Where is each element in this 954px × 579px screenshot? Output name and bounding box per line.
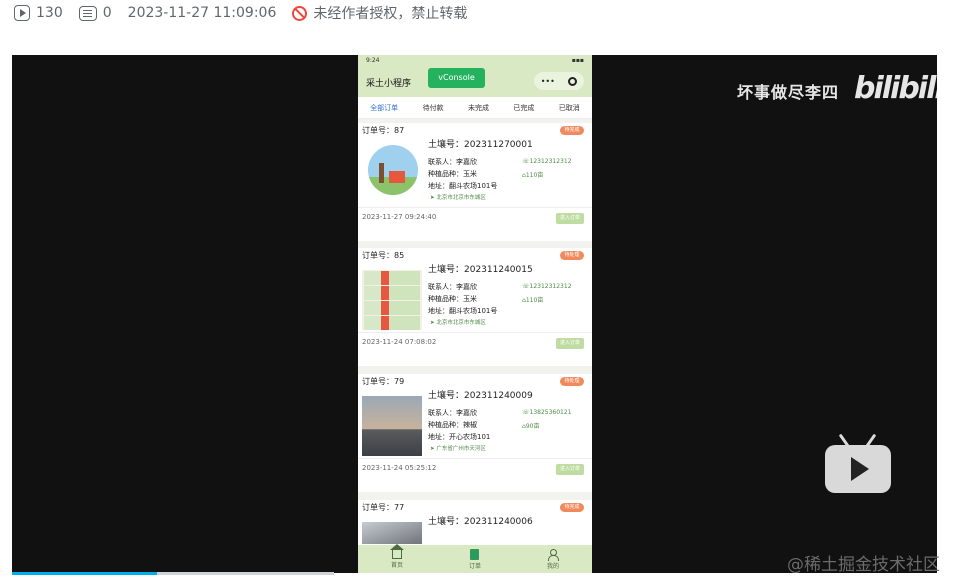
order-card: 订单号：79 待处理 土壤号：202311240009 联系人：李嘉欣 种植品种… [358,374,592,492]
danmaku-count-value: 0 [102,5,112,21]
enter-order-button: 进入订单 [556,213,584,224]
address: 地址：翻斗农场101号 [428,307,498,315]
order-number: 订单号：77 [362,503,405,512]
no-reprint-icon [292,5,308,21]
soil-number: 土壤号：202311270001 [428,140,533,150]
phone-screen-recording: 9:24 ▪▪▪ 采土小程序 vConsole ••• 全部订单 待付款 未完成… [358,55,592,573]
status-icons: ▪▪▪ [571,57,584,64]
phone-number: ☏12312312312 [522,283,572,290]
video-meta-bar: 130 0 2023-11-27 11:09:06 未经作者授权，禁止转载 [14,2,483,24]
address: 地址：开心农场101 [428,433,491,441]
contact: 联系人：李嘉欣 [428,283,477,291]
status-time: 9:24 [366,57,380,64]
tabbar-orders: 订单 [469,548,481,570]
miniprogram-tabbar: 首页 订单 我的 [358,543,592,573]
danmaku-icon [78,5,97,21]
phone-status-bar: 9:24 ▪▪▪ [358,55,592,67]
vconsole-button: vConsole [428,68,485,88]
order-time: 2023-11-24 07:08:02 [362,338,437,346]
field-area: ⌂90亩 [522,423,540,430]
status-badge: 待完成 [560,503,584,512]
location: ➤ 北京市北京市东城区 [430,320,486,326]
crop: 种植品种：玉米 [428,295,477,303]
order-number: 订单号：85 [362,251,405,260]
contact: 联系人：李嘉欣 [428,158,477,166]
order-thumbnail [362,270,422,330]
location: ➤ 北京市北京市东城区 [430,195,486,201]
crop: 种植品种：辣椒 [428,421,477,429]
tab-cancelled: 已取消 [558,103,580,112]
field-area: ⌂110亩 [522,172,544,179]
site-watermark: @稀土掘金技术社区 [787,555,940,575]
view-count: 130 [14,5,63,21]
uploader-watermark: 坏事做尽李四 [737,83,840,102]
status-badge: 待处理 [560,251,584,260]
miniprogram-capsule: ••• [534,72,584,90]
publish-datetime-value: 2023-11-27 11:09:06 [127,5,277,21]
enter-order-button: 进入订单 [556,464,584,475]
tabbar-profile: 我的 [547,548,560,570]
order-thumbnail [362,522,422,544]
order-time: 2023-11-27 09:24:40 [362,213,437,221]
danmaku-count: 0 [78,5,112,21]
order-number: 订单号：79 [362,377,405,386]
miniprogram-navbar: 采土小程序 vConsole ••• [358,67,592,97]
video-progress-bar[interactable] [12,572,334,575]
tab-incomplete: 未完成 [467,103,489,112]
order-card: 订单号：85 待处理 土壤号：202311240015 联系人：李嘉欣 种植品种… [358,248,592,366]
tab-pending-payment: 待付款 [422,103,444,112]
contact: 联系人：李嘉欣 [428,409,477,417]
copyright-text: 未经作者授权，禁止转载 [313,6,468,22]
soil-number: 土壤号：202311240015 [428,265,533,275]
order-time: 2023-11-24 05:25:12 [362,464,437,472]
user-icon [548,548,560,561]
status-badge: 待处理 [560,377,584,386]
orders-icon [470,548,480,560]
home-icon [389,543,404,559]
app-title: 采土小程序 [366,78,412,89]
tab-all-orders: 全部订单 [370,103,399,112]
order-card: 订单号：87 待完成 土壤号：202311270001 联系人：李嘉欣 种植品种… [358,123,592,241]
status-badge: 待完成 [560,126,584,135]
tab-completed: 已完成 [513,103,535,112]
play-icon [851,457,869,481]
bilibili-logo: bilibili [854,71,937,106]
bilibili-play-button[interactable] [825,433,891,493]
copyright-notice: 未经作者授权，禁止转载 [292,3,467,23]
order-thumbnail [362,396,422,456]
progress-fill [12,572,157,575]
order-card: 订单号：77 待完成 土壤号：202311240006 [358,500,592,545]
order-number: 订单号：87 [362,126,405,135]
soil-number: 土壤号：202311240009 [428,391,533,401]
enter-order-button: 进入订单 [556,338,584,349]
field-area: ⌂110亩 [522,297,544,304]
video-player[interactable]: 9:24 ▪▪▪ 采土小程序 vConsole ••• 全部订单 待付款 未完成… [12,55,937,573]
publish-datetime: 2023-11-27 11:09:06 [128,5,277,21]
tabbar-home: 首页 [389,543,404,569]
order-tabs: 全部订单 待付款 未完成 已完成 已取消 [358,97,592,119]
address: 地址：翻斗农场101号 [428,182,498,190]
close-target-icon [568,76,578,86]
phone-number: ☏13825360121 [522,409,572,416]
phone-number: ☏12312312312 [522,158,572,165]
more-icon: ••• [540,76,555,86]
view-count-value: 130 [36,5,63,21]
crop: 种植品种：玉米 [428,170,477,178]
play-count-icon [14,5,30,21]
order-thumbnail [368,145,418,195]
soil-number: 土壤号：202311240006 [428,517,533,527]
location: ➤ 广东省广州市天河区 [430,446,486,452]
